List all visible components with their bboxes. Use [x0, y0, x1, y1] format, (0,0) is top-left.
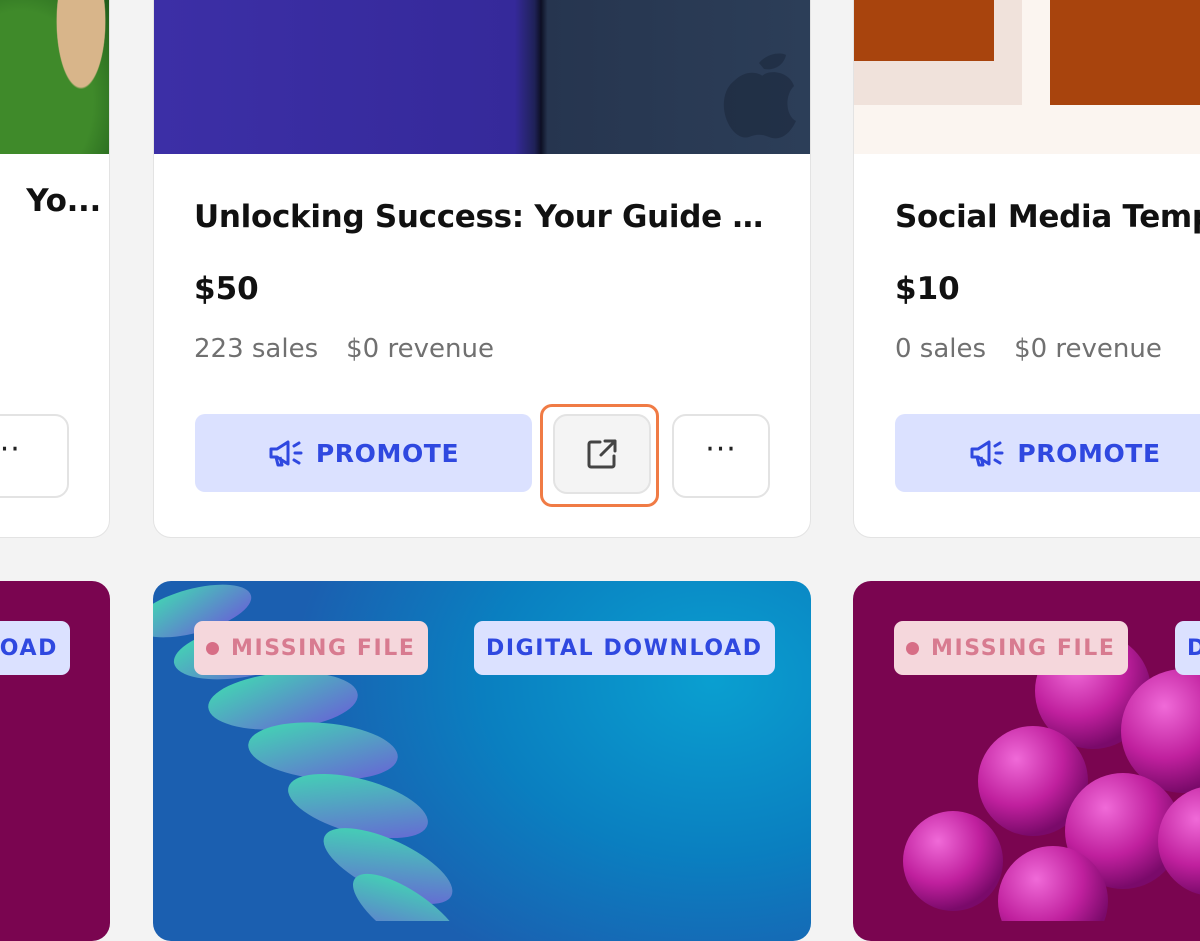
missing-file-badge: MISSING FILE [194, 621, 428, 675]
sales-count-right: 0 sales [895, 334, 987, 364]
digital-download-badge: DIGITAL DOWNLOAD [474, 621, 775, 675]
more-horizontal-icon: ··· [0, 432, 21, 467]
promote-button-right[interactable]: PROMOTE [895, 414, 1200, 492]
product-thumbnail [154, 0, 810, 154]
product-stats: 223 sales $0 revenue [194, 334, 494, 364]
product-card-left: Yo... ··· [0, 0, 110, 538]
product-card-bottom-center: MISSING FILE DIGITAL DOWNLOAD [153, 581, 811, 941]
promote-label: PROMOTE [1017, 438, 1161, 468]
megaphone-icon [970, 440, 1004, 467]
product-thumbnail-right [854, 0, 1200, 154]
product-stats-right: 0 sales $0 revenue [895, 334, 1162, 364]
more-options-button[interactable]: ··· [672, 414, 770, 498]
product-thumbnail-left [0, 0, 109, 154]
template-preview-right [1050, 0, 1200, 105]
product-card-social-media: Social Media Templates $10 0 sales $0 rev… [853, 0, 1200, 538]
sales-count: 223 sales [194, 334, 319, 364]
missing-file-badge-right: MISSING FILE [894, 621, 1128, 675]
digital-download-badge-right: D [1175, 621, 1200, 675]
badge-label: MISSING FILE [231, 635, 416, 661]
product-card-bottom-left: OAD [0, 581, 110, 941]
badge-label: OAD [0, 635, 58, 661]
badge-label: MISSING FILE [931, 635, 1116, 661]
template-preview-left [854, 0, 1022, 105]
revenue-amount: $0 revenue [346, 334, 494, 364]
promote-button[interactable]: PROMOTE [195, 414, 532, 492]
more-options-button-left[interactable]: ··· [0, 414, 69, 498]
more-horizontal-icon: ··· [705, 432, 737, 467]
product-card-bottom-right: MISSING FILE D [853, 581, 1200, 941]
promote-label: PROMOTE [315, 438, 460, 468]
badge-label: DIGITAL DOWNLOAD [486, 635, 763, 661]
status-dot-icon [906, 641, 919, 655]
badge-label: D [1187, 635, 1200, 661]
product-title-left: Yo... [26, 183, 101, 219]
megaphone-icon [269, 440, 303, 467]
digital-download-badge-left: OAD [0, 621, 70, 675]
focus-highlight [540, 404, 659, 507]
product-price-right: $10 [895, 271, 960, 307]
product-title-right: Social Media Templates [895, 199, 1200, 235]
apple-logo-icon [723, 53, 796, 139]
product-card-unlocking-success: Unlocking Success: Your Guide to... $50 … [153, 0, 811, 538]
revenue-amount-right: $0 revenue [1014, 334, 1162, 364]
product-price: $50 [194, 271, 259, 307]
product-title: Unlocking Success: Your Guide to... [194, 199, 769, 235]
status-dot-icon [206, 641, 219, 655]
